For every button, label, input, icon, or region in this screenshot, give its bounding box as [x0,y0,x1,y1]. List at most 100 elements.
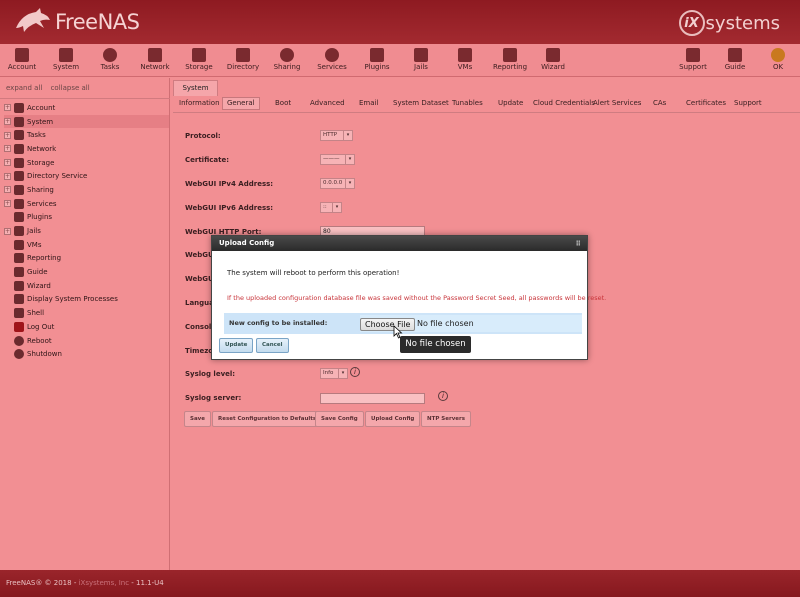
toolbar-guide[interactable]: Guide [715,46,755,71]
directory-icon [14,171,24,182]
toolbar-reporting[interactable]: Reporting [490,46,530,71]
tree-item-reporting[interactable]: Reporting [4,252,169,266]
syslog-server-label: Syslog server: [185,394,242,402]
upload-config-button[interactable]: Upload Config [365,411,421,427]
syslog-server-input[interactable] [320,393,425,404]
subtab-general[interactable]: General [222,97,260,110]
tree-item-sharing[interactable]: + Sharing [4,183,169,197]
dialog-titlebar[interactable]: Upload Config ⠿ [212,236,587,251]
account-icon [14,102,24,113]
choose-file-button[interactable]: Choose File [360,318,416,331]
wizard-icon [546,48,560,62]
ixsystems-link[interactable]: iXsystems, Inc [79,579,130,587]
tree-item-display-system-processes[interactable]: Display System Processes [4,293,169,307]
expand-icon[interactable]: + [4,145,11,153]
expand-icon[interactable]: + [4,200,11,208]
subtab-email[interactable]: Email [355,97,382,110]
ipv4-select[interactable]: 0.0.0.0 ▾ [320,178,355,189]
tree-item-services[interactable]: + Services [4,197,169,211]
reporting-icon [503,48,517,62]
subtab-support[interactable]: Support [730,97,766,110]
tree-item-directory-service[interactable]: + Directory Service [4,169,169,183]
certificate-select[interactable]: ——— ▾ [320,154,355,165]
tree-item-system[interactable]: + System [4,114,169,129]
subtab-certificates[interactable]: Certificates [682,97,730,110]
expand-icon[interactable]: + [4,172,11,180]
collapse-all-link[interactable]: collapse all [51,84,90,92]
jails-icon [414,48,428,62]
wizard-icon [14,280,24,291]
file-tooltip: No file chosen [400,336,471,353]
toolbar-jails[interactable]: Jails [401,46,441,71]
ixsystems-logo[interactable]: iX systems [678,10,780,36]
ipv6-select[interactable]: :: ▾ [320,202,342,213]
toolbar-vms[interactable]: VMs [445,46,485,71]
tree-item-network[interactable]: + Network [4,142,169,156]
toolbar-tasks[interactable]: Tasks [90,46,130,71]
plugins-icon [370,48,384,62]
ipv6-label: WebGUI IPv6 Address: [185,204,274,212]
expand-icon[interactable]: + [4,186,11,194]
expand-all-link[interactable]: expand all [6,84,42,92]
tree-item-shell[interactable]: Shell [4,306,169,320]
toolbar-support[interactable]: Support [673,46,713,71]
main-toolbar: Account System Tasks Network Storage Dir… [0,44,800,77]
reset-config-button[interactable]: Reset Configuration to Defaults [212,411,323,427]
subtab-update[interactable]: Update [494,97,527,110]
toolbar-network[interactable]: Network [135,46,175,71]
chevron-down-icon: ▾ [345,179,354,188]
save-config-button[interactable]: Save Config [315,411,364,427]
tree-item-tasks[interactable]: + Tasks [4,128,169,142]
toolbar-wizard[interactable]: Wizard [533,46,573,71]
subtab-information[interactable]: Information [175,97,224,110]
protocol-select[interactable]: HTTP ▾ [320,130,353,141]
subtab-cas[interactable]: CAs [649,97,670,110]
info-icon[interactable]: i [350,367,360,377]
tree-item-log-out[interactable]: Log Out [4,320,169,334]
expand-icon[interactable]: + [4,227,11,235]
toolbar-directory[interactable]: Directory [223,46,263,71]
file-status: No file chosen [417,319,474,328]
expand-icon[interactable]: + [4,159,11,167]
protocol-label: Protocol: [185,132,221,140]
syslog-level-select[interactable]: Info ▾ [320,368,348,379]
tab-system[interactable]: System [173,80,218,96]
toolbar-storage[interactable]: Storage [179,46,219,71]
subtab-tunables[interactable]: Tunables [448,97,487,110]
save-button[interactable]: Save [184,411,211,427]
ntp-servers-button[interactable]: NTP Servers [421,411,472,427]
tree-item-account[interactable]: + Account [4,101,169,115]
subtab-system-dataset[interactable]: System Dataset [389,97,453,110]
vms-icon [458,48,472,62]
subtab-boot[interactable]: Boot [271,97,295,110]
toolbar-alert[interactable]: OK [758,46,798,71]
toolbar-sharing[interactable]: Sharing [267,46,307,71]
subtab-advanced[interactable]: Advanced [306,97,349,110]
tree-item-reboot[interactable]: Reboot [4,334,169,348]
toolbar-plugins[interactable]: Plugins [357,46,397,71]
tree-item-guide[interactable]: Guide [4,265,169,279]
toolbar-services[interactable]: Services [312,46,352,71]
tree-item-storage[interactable]: + Storage [4,156,169,170]
expand-icon[interactable]: + [4,104,11,112]
tree-item-vms[interactable]: VMs [4,238,169,252]
vms-icon [14,239,24,250]
tree-item-jails[interactable]: + Jails [4,224,169,238]
dialog-grip-icon[interactable]: ⠿ [576,237,581,252]
tree-item-shutdown[interactable]: Shutdown [4,347,169,361]
update-button[interactable]: Update [219,338,254,353]
expand-icon[interactable]: + [4,118,11,126]
password-warning: If the uploaded configuration database f… [227,294,607,302]
toolbar-account[interactable]: Account [2,46,42,71]
subtab-alert-services[interactable]: Alert Services [589,97,645,110]
shutdown-icon [14,349,24,360]
freenas-logo[interactable]: FreeNAS [14,8,140,36]
system-icon [59,48,73,62]
toolbar-system[interactable]: System [46,46,86,71]
ix-word: systems [705,12,780,34]
tree-item-plugins[interactable]: Plugins [4,211,169,225]
tree-item-wizard[interactable]: Wizard [4,279,169,293]
info-icon[interactable]: i [438,391,448,401]
cancel-button[interactable]: Cancel [256,338,289,353]
expand-icon[interactable]: + [4,131,11,139]
